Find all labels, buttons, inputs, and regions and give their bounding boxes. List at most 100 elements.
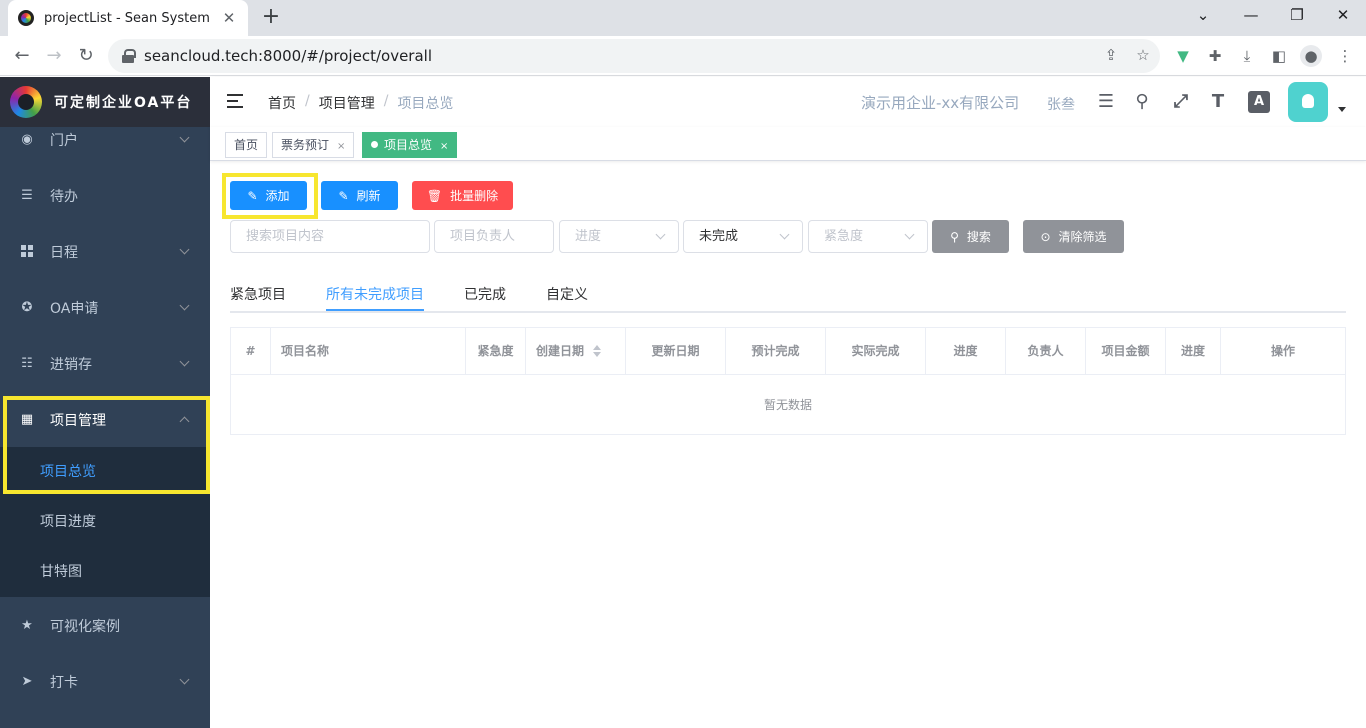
- list-ordered-icon: ☷: [21, 356, 33, 371]
- sidebar-subitem-overview[interactable]: 项目总览: [0, 447, 210, 497]
- column-header-progress: 进度: [926, 328, 1006, 375]
- browser-tab[interactable]: projectList - Sean System ✕: [8, 0, 248, 36]
- column-header-name: 项目名称: [271, 328, 466, 375]
- star-icon: ★: [21, 618, 33, 633]
- chevron-down-icon: [779, 229, 790, 240]
- tab-all-unfinished[interactable]: 所有未完成项目: [326, 284, 424, 304]
- column-header-owner: 负责人: [1006, 328, 1086, 375]
- owner-input[interactable]: 项目负责人: [434, 220, 554, 253]
- tag-home[interactable]: 首页: [225, 132, 268, 158]
- sidebar-item-label: 门户: [50, 133, 78, 149]
- close-tab-icon[interactable]: ✕: [220, 9, 238, 27]
- column-header-actual: 实际完成: [826, 328, 926, 375]
- back-icon[interactable]: ←: [8, 42, 36, 70]
- restore-icon[interactable]: ❐: [1274, 0, 1320, 30]
- chevron-down-icon: [179, 244, 190, 255]
- avatar[interactable]: [1288, 82, 1328, 122]
- edit-icon: ✎: [338, 188, 349, 203]
- tab-finished[interactable]: 已完成: [464, 284, 506, 304]
- list-icon: ☰: [21, 188, 33, 203]
- menu-search-icon[interactable]: ☰: [1095, 91, 1117, 113]
- sidebar-item-inventory[interactable]: ☷ 进销存: [0, 336, 210, 392]
- sidebar-item-label: 打卡: [50, 675, 78, 691]
- sidebar-item-label: OA申请: [50, 301, 99, 317]
- download-icon[interactable]: ⤓: [1236, 45, 1258, 67]
- table-icon: ▦: [20, 412, 34, 427]
- browser-tabstrip: projectList - Sean System ✕ + ⌄ — ❐ ✕: [0, 0, 1366, 36]
- url-text: seancloud.tech:8000/#/project/overall: [144, 47, 432, 65]
- column-header-created[interactable]: 创建日期: [526, 328, 626, 375]
- search-button[interactable]: ⚲ 搜索: [932, 220, 1009, 253]
- sidebar: 可定制企业OA平台 ◉ 门户 ☰ 待办 日程 ✪ OA申请 ☷ 进销存 ▦ 项目…: [0, 77, 210, 728]
- tag-ticket-booking[interactable]: 票务预订 ×: [272, 132, 355, 158]
- lock-icon: [122, 49, 136, 63]
- sidebar-logo[interactable]: 可定制企业OA平台: [0, 77, 210, 127]
- status-select[interactable]: 未完成: [683, 220, 803, 253]
- tags-view: 首页 票务预订 × 项目总览 ×: [210, 127, 1366, 161]
- hamburger-icon[interactable]: [227, 94, 243, 108]
- tab-urgent[interactable]: 紧急项目: [230, 284, 286, 304]
- forward-icon[interactable]: →: [40, 42, 68, 70]
- project-table: # 项目名称 紧急度 创建日期 更新日期 预计完成 实际完成 进度 负责人 项目…: [230, 327, 1346, 435]
- logo-text: 可定制企业OA平台: [54, 95, 193, 111]
- sidebar-item-oa-apply[interactable]: ✪ OA申请: [0, 280, 210, 336]
- font-size-icon[interactable]: T: [1207, 91, 1229, 113]
- active-tab-indicator: [326, 309, 424, 311]
- language-icon[interactable]: A: [1248, 91, 1270, 113]
- tab-search-icon[interactable]: ⌄: [1180, 0, 1226, 30]
- chevron-down-icon: [179, 300, 190, 311]
- sidebar-subitem-gantt[interactable]: 甘特图: [0, 547, 210, 597]
- dashboard-icon: ◉: [21, 132, 33, 147]
- vue-devtools-icon[interactable]: ▼: [1172, 45, 1194, 67]
- column-header-amount: 项目金额: [1086, 328, 1166, 375]
- sidebar-item-visualization[interactable]: ★ 可视化案例: [0, 598, 210, 654]
- column-header-expected: 预计完成: [726, 328, 826, 375]
- chevron-down-icon: [179, 674, 190, 685]
- breadcrumb-home[interactable]: 首页: [268, 93, 296, 113]
- search-icon[interactable]: ⚲: [1131, 91, 1153, 113]
- sidebar-item-project-management[interactable]: ▦ 项目管理: [0, 392, 210, 448]
- minimize-icon[interactable]: —: [1228, 0, 1274, 30]
- profile-icon[interactable]: ●: [1300, 45, 1322, 67]
- sidebar-item-schedule[interactable]: 日程: [0, 224, 210, 280]
- browser-menu-icon[interactable]: ⋮: [1334, 45, 1356, 67]
- reload-icon[interactable]: ↻: [72, 42, 100, 70]
- tab-custom[interactable]: 自定义: [546, 284, 588, 304]
- project-tabs: 紧急项目 所有未完成项目 已完成 自定义: [230, 278, 1346, 313]
- urgency-select[interactable]: 紧急度: [808, 220, 928, 253]
- search-input[interactable]: 搜索项目内容: [230, 220, 430, 253]
- breadcrumb: 首页 / 项目管理 / 项目总览: [268, 93, 454, 113]
- sort-icon[interactable]: [592, 344, 602, 357]
- refresh-button[interactable]: ✎ 刷新: [321, 181, 398, 210]
- paper-plane-icon: ➤: [21, 674, 33, 689]
- tag-project-overview[interactable]: 项目总览 ×: [362, 132, 458, 158]
- sidebar-subitem-progress[interactable]: 项目进度: [0, 497, 210, 547]
- breadcrumb-project-management[interactable]: 项目管理: [319, 93, 375, 113]
- sidebar-item-label: 进销存: [50, 357, 92, 373]
- clear-filter-button[interactable]: ⊙ 清除筛选: [1023, 220, 1124, 253]
- new-tab-button[interactable]: +: [258, 4, 284, 32]
- sidebar-item-label: 可视化案例: [50, 619, 120, 635]
- fullscreen-icon[interactable]: ⤢: [1170, 91, 1192, 113]
- edit-icon: ✎: [247, 188, 258, 203]
- active-dot-icon: [371, 141, 378, 148]
- address-bar[interactable]: seancloud.tech:8000/#/project/overall: [108, 39, 1160, 73]
- caret-down-icon[interactable]: [1338, 107, 1346, 112]
- column-header-updated: 更新日期: [626, 328, 726, 375]
- breadcrumb-current: 项目总览: [397, 96, 454, 112]
- window-close-icon[interactable]: ✕: [1320, 0, 1366, 30]
- bookmark-star-icon[interactable]: ☆: [1132, 44, 1154, 66]
- batch-delete-button[interactable]: 🗑 批量删除: [412, 181, 513, 210]
- sidebar-item-todo[interactable]: ☰ 待办: [0, 168, 210, 224]
- share-icon[interactable]: ⇪: [1100, 44, 1122, 66]
- browser-tab-title: projectList - Sean System: [44, 10, 210, 26]
- close-icon[interactable]: ×: [440, 141, 448, 152]
- column-header-index: #: [231, 328, 271, 375]
- browser-toolbar: ← → ↻ seancloud.tech:8000/#/project/over…: [0, 36, 1366, 76]
- progress-select[interactable]: 进度: [559, 220, 679, 253]
- extensions-icon[interactable]: ✚: [1204, 45, 1226, 67]
- close-icon[interactable]: ×: [337, 141, 345, 152]
- side-panel-icon[interactable]: ◧: [1268, 45, 1290, 67]
- add-button[interactable]: ✎ 添加: [230, 181, 307, 210]
- sidebar-item-clock-in[interactable]: ➤ 打卡: [0, 654, 210, 710]
